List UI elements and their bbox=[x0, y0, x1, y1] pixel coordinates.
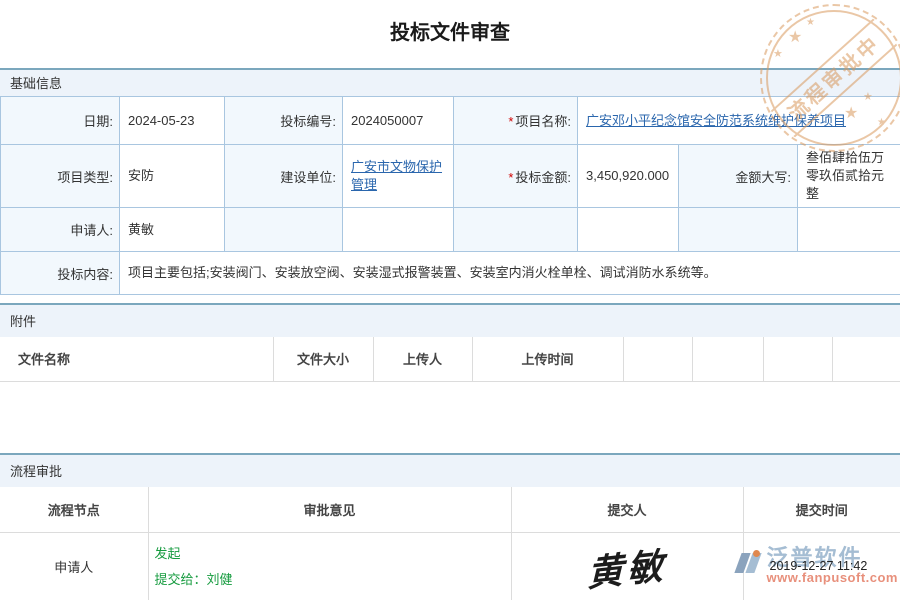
bid-amount-value: 3,450,920.000 bbox=[578, 145, 679, 208]
attachments-header-empty bbox=[832, 337, 900, 381]
attachments-header-empty bbox=[763, 337, 832, 381]
bid-no-value: 2024050007 bbox=[343, 97, 454, 145]
attachments-header-file-name: 文件名称 bbox=[0, 337, 273, 381]
applicant-value: 黄敏 bbox=[120, 208, 225, 252]
fanpu-logo-icon bbox=[734, 548, 762, 578]
approval-row: 申请人 发起 提交给：刘健 黄敏 2019-12-27 11:42 泛普 bbox=[0, 533, 900, 600]
applicant-label: 申请人: bbox=[1, 208, 120, 252]
approval-opinion-submit-to: 提交给：刘健 bbox=[155, 567, 511, 593]
empty-label-cell bbox=[679, 208, 798, 252]
empty-value-cell bbox=[343, 208, 454, 252]
construction-unit-cell: 广安市文物保护管理 bbox=[343, 145, 454, 208]
basic-info-section-title: 基础信息 bbox=[0, 68, 900, 96]
required-marker: * bbox=[508, 114, 513, 129]
approval-opinion: 发起 提交给：刘健 bbox=[148, 533, 511, 600]
approval-table: 流程节点 审批意见 提交人 提交时间 申请人 发起 提交给：刘健 黄敏 2019… bbox=[0, 487, 900, 600]
attachments-header-empty bbox=[692, 337, 763, 381]
amount-words-value: 叁佰肆拾伍万零玖佰贰拾元整 bbox=[798, 145, 900, 208]
bid-amount-label: *投标金额: bbox=[454, 145, 578, 208]
date-value: 2024-05-23 bbox=[120, 97, 225, 145]
approval-header-opinion: 审批意见 bbox=[148, 487, 511, 533]
approval-submit-time: 2019-12-27 11:42 bbox=[770, 559, 868, 573]
approval-header-submitter: 提交人 bbox=[511, 487, 743, 533]
basic-info-section: 基础信息 日期: 2024-05-23 投标编号: 2024050007 *项目… bbox=[0, 68, 900, 295]
construction-unit-label: 建设单位: bbox=[225, 145, 343, 208]
required-marker: * bbox=[508, 170, 513, 185]
approval-section: 流程审批 流程节点 审批意见 提交人 提交时间 申请人 发起 提交给：刘健 黄敏 bbox=[0, 453, 900, 600]
attachments-section: 附件 文件名称 文件大小 上传人 上传时间 bbox=[0, 303, 900, 382]
project-type-value: 安防 bbox=[120, 145, 225, 208]
bid-content-label: 投标内容: bbox=[1, 252, 120, 295]
date-label: 日期: bbox=[1, 97, 120, 145]
approval-header-submit-time: 提交时间 bbox=[743, 487, 900, 533]
attachments-table: 文件名称 文件大小 上传人 上传时间 bbox=[0, 337, 900, 382]
approval-signature-cell: 黄敏 bbox=[511, 533, 743, 600]
approval-header-node: 流程节点 bbox=[0, 487, 148, 533]
project-name-link[interactable]: 广安邓小平纪念馆安全防范系统维护保养项目 bbox=[586, 113, 846, 128]
approval-node: 申请人 bbox=[0, 533, 148, 600]
empty-value-cell bbox=[798, 208, 900, 252]
approval-time-cell: 2019-12-27 11:42 泛普软件 www.fanpusoft.com bbox=[743, 533, 900, 600]
page-title: 投标文件审查 bbox=[0, 20, 900, 46]
bid-content-value: 项目主要包括;安装阀门、安装放空阀、安装湿式报警装置、安装室内消火栓单栓、调试消… bbox=[120, 252, 900, 295]
bid-no-label: 投标编号: bbox=[225, 97, 343, 145]
empty-label-cell bbox=[454, 208, 578, 252]
empty-label-cell bbox=[225, 208, 343, 252]
approval-opinion-action: 发起 bbox=[155, 541, 511, 567]
attachments-header-file-size: 文件大小 bbox=[273, 337, 373, 381]
basic-info-table: 日期: 2024-05-23 投标编号: 2024050007 *项目名称: 广… bbox=[0, 96, 900, 295]
attachments-header-uploader: 上传人 bbox=[373, 337, 472, 381]
project-name-label: *项目名称: bbox=[454, 97, 578, 145]
attachments-header-empty bbox=[623, 337, 692, 381]
project-name-cell: 广安邓小平纪念馆安全防范系统维护保养项目 bbox=[578, 97, 900, 145]
signature-image: 黄敏 bbox=[587, 536, 667, 597]
star-icon: ★ bbox=[773, 49, 783, 60]
construction-unit-link[interactable]: 广安市文物保护管理 bbox=[351, 159, 442, 192]
attachments-header-upload-time: 上传时间 bbox=[472, 337, 623, 381]
bid-review-page: 投标文件审查 基础信息 日期: 2024-05-23 投标编号: 2024050… bbox=[0, 0, 900, 600]
empty-value-cell bbox=[578, 208, 679, 252]
project-type-label: 项目类型: bbox=[1, 145, 120, 208]
approval-section-title: 流程审批 bbox=[0, 453, 900, 487]
attachments-section-title: 附件 bbox=[0, 303, 900, 337]
amount-words-label: 金额大写: bbox=[679, 145, 798, 208]
